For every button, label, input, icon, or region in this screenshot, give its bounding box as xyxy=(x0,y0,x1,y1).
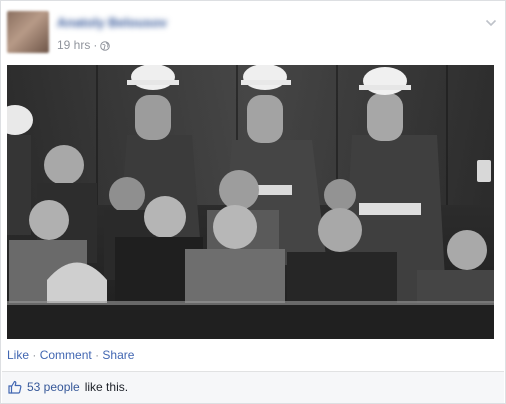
post-actions: Like · Comment · Share xyxy=(7,348,134,362)
chevron-down-icon[interactable] xyxy=(485,15,497,27)
globe-icon[interactable] xyxy=(100,40,111,51)
share-link[interactable]: Share xyxy=(102,348,134,362)
post-meta: 19 hrs · xyxy=(57,38,111,52)
actions-separator: · xyxy=(95,348,100,362)
likes-bar: 53 people like this. xyxy=(2,371,504,403)
likes-count[interactable]: 53 people xyxy=(27,380,80,394)
avatar[interactable] xyxy=(7,11,49,53)
comment-link[interactable]: Comment xyxy=(40,348,92,362)
timestamp[interactable]: 19 hrs xyxy=(57,38,90,52)
actions-separator: · xyxy=(32,348,37,362)
post-card: Anatoly Belousov 19 hrs · Like · Comment… xyxy=(0,0,506,404)
post-photo[interactable] xyxy=(7,65,494,339)
author-name[interactable]: Anatoly Belousov xyxy=(57,15,167,30)
like-link[interactable]: Like xyxy=(7,348,29,362)
likes-suffix: like this. xyxy=(84,380,129,394)
meta-separator: · xyxy=(93,38,98,52)
post-header: Anatoly Belousov 19 hrs · xyxy=(7,9,499,59)
thumbs-up-icon xyxy=(8,380,22,394)
